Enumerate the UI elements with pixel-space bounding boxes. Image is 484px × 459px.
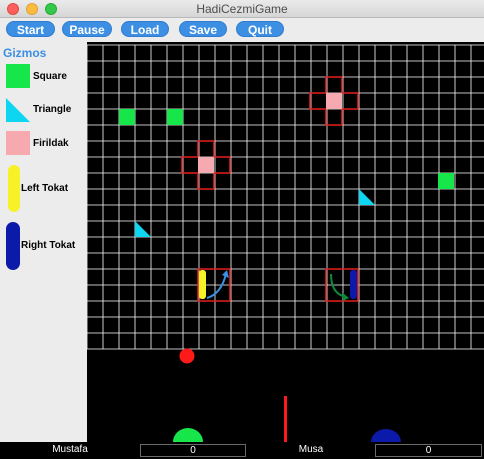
- triangle-icon: [6, 98, 30, 122]
- left-tokat-label: Left Tokat: [21, 183, 69, 194]
- right-tokat-icon: [6, 222, 20, 270]
- save-button[interactable]: Save: [179, 21, 227, 37]
- pause-button[interactable]: Pause: [62, 21, 112, 37]
- game-board[interactable]: [87, 42, 484, 442]
- window-title: HadiCezmiGame: [196, 2, 288, 16]
- quit-button[interactable]: Quit: [236, 21, 284, 37]
- left-tokat-icon: [8, 165, 20, 212]
- square-gizmo-3[interactable]: [438, 173, 454, 189]
- gizmo-panel: Gizmos Square Triangle Firildak Left Tok…: [0, 42, 87, 442]
- square-gizmo-1[interactable]: [119, 109, 135, 125]
- player1-score: 0: [140, 444, 246, 457]
- toolbar: Start Pause Load Save Quit: [0, 18, 484, 42]
- load-button[interactable]: Load: [121, 21, 169, 37]
- score-bar: Mustafa 0 Musa 0: [0, 442, 484, 459]
- board-background: [87, 42, 484, 442]
- gizmos-title: Gizmos: [3, 46, 47, 60]
- start-button[interactable]: Start: [6, 21, 55, 37]
- title-bar: HadiCezmiGame: [0, 0, 484, 18]
- square-label: Square: [33, 71, 67, 82]
- player2-score: 0: [375, 444, 482, 457]
- right-tokat-label: Right Tokat: [21, 240, 76, 251]
- firildak-icon: [6, 131, 30, 155]
- square-icon: [6, 64, 30, 88]
- center-divider: [284, 396, 287, 442]
- triangle-label: Triangle: [33, 104, 72, 115]
- player1-name: Mustafa: [52, 444, 88, 455]
- square-gizmo-2[interactable]: [167, 109, 183, 125]
- player2-name: Musa: [298, 444, 324, 455]
- firildak-label: Firildak: [33, 138, 69, 149]
- ball: [179, 348, 195, 364]
